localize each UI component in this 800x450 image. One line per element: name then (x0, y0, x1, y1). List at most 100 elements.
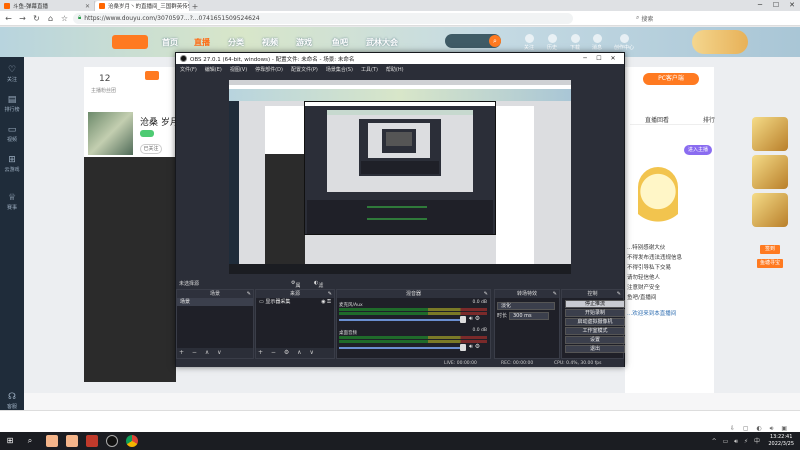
sources-toolbar[interactable]: + − ⚙ ∧ ∨ (256, 348, 334, 358)
taskbar-app-douyu[interactable] (46, 435, 58, 447)
nav-game[interactable]: 游戏 (296, 37, 312, 48)
browser-tab-stream[interactable]: 沧桑岁月丶的直播间_三国群英传5直 ✕ (95, 1, 190, 11)
obs-preview-canvas[interactable] (229, 80, 571, 274)
visibility-eye-icon: ◉ ⚿ (321, 299, 331, 305)
menu-file[interactable]: 文件(F) (180, 66, 197, 73)
filters-button[interactable]: ◐ 滤镜 (314, 280, 323, 296)
taskbar-app-red[interactable] (86, 435, 98, 447)
volume-slider-handle[interactable] (460, 344, 466, 351)
mute-gear-icons[interactable]: 🔊︎⚙ (469, 343, 482, 351)
start-recording-button[interactable]: 开始录制 (565, 309, 625, 317)
controls-dock: 控制 ✎ 停止推流 开始录制 启动虚拟摄像机 工作室模式 设置 退出 (561, 289, 625, 359)
history-icon[interactable]: 历史 (545, 34, 559, 51)
star-icon[interactable]: ☆ (59, 13, 70, 24)
left-nav-esports[interactable]: ♕ 赛事 (0, 193, 24, 211)
scenes-toolbar[interactable]: + − ∧ ∨ (177, 348, 253, 358)
left-nav-rank[interactable]: ▤ 排行榜 (0, 95, 24, 113)
duration-input[interactable]: 300 ms (509, 312, 549, 320)
menu-scene-collection[interactable]: 场景集合(S) (326, 66, 353, 73)
nav-home[interactable]: 首页 (162, 37, 178, 48)
tab-rank[interactable]: 排行 (703, 115, 715, 124)
search-icon[interactable]: ⌕ (23, 434, 37, 448)
taskbar-clock[interactable]: 13:22:41 2022/3/25 (768, 434, 794, 448)
obs-close-button[interactable]: ✕ (606, 55, 620, 62)
obs-title-bar: OBS 27.0.1 (64-bit, windows) - 配置文件: 未命名… (176, 53, 624, 64)
browser-nav-bar: ← → ↻ ⌂ ☆ 🔒︎ https://www.douyu.com/30705… (0, 11, 800, 26)
address-bar[interactable]: 🔒︎ https://www.douyu.com/3070597...?...0… (73, 12, 573, 24)
windows-start-icon[interactable]: ⊞ (3, 434, 17, 448)
message-icon[interactable]: 消息 (590, 34, 604, 51)
checkin-tag[interactable]: 签到 (760, 245, 780, 254)
fans-badge (145, 71, 159, 80)
download-icon[interactable]: 下载 (568, 34, 582, 51)
site-search-button[interactable]: ⌕ (489, 35, 501, 47)
pc-client-button[interactable]: PC客户端 (643, 73, 699, 85)
obs-status-bar: LIVE: 00:00:00 REC: 00:00:00 CPU: 0.4%, … (176, 360, 624, 367)
douyu-logo[interactable] (112, 35, 148, 49)
maximize-button[interactable]: ☐ (768, 0, 784, 11)
volume-slider[interactable] (339, 319, 464, 321)
ad-banner[interactable] (752, 117, 788, 151)
obs-minimize-button[interactable]: ─ (578, 55, 592, 62)
creator-center-icon[interactable]: 创作中心 (613, 34, 635, 51)
ad-banner[interactable] (752, 155, 788, 189)
browser-search[interactable]: ⌕ 搜索 (636, 14, 653, 23)
nested-leftnav (229, 101, 239, 274)
minimize-button[interactable]: ─ (752, 0, 768, 11)
enter-anchor-button[interactable]: 进入主播 (684, 145, 712, 155)
streamer-avatar[interactable] (88, 112, 133, 155)
menu-tools[interactable]: 工具(T) (361, 66, 378, 73)
menu-profile[interactable]: 配置文件(P) (291, 66, 318, 73)
left-nav-follow[interactable]: ♡ 关注 (0, 65, 24, 83)
start-virtual-cam-button[interactable]: 启动虚拟摄像机 (565, 318, 625, 326)
close-window-button[interactable]: ✕ (784, 0, 800, 11)
transition-select[interactable]: 淡化 (497, 302, 555, 310)
forward-icon[interactable]: → (17, 13, 28, 24)
left-nav-video[interactable]: ▭ 视频 (0, 125, 24, 143)
volume-slider[interactable] (339, 347, 464, 349)
nav-video[interactable]: 视频 (262, 37, 278, 48)
ad-banner[interactable] (752, 193, 788, 227)
menu-help[interactable]: 帮助(H) (386, 66, 404, 73)
left-nav-cloudgame[interactable]: ⊞ 云游戏 (0, 155, 24, 173)
user-avatar[interactable] (692, 30, 748, 54)
follow-top-icon[interactable]: 关注 (522, 34, 536, 51)
nav-live[interactable]: 直播 (194, 37, 210, 48)
nav-yuba[interactable]: 鱼吧 (332, 37, 348, 48)
menu-edit[interactable]: 编辑(E) (205, 66, 222, 73)
close-tab-icon[interactable]: ✕ (85, 3, 90, 10)
nav-category[interactable]: 分类 (228, 37, 244, 48)
taskbar-app-obs[interactable] (106, 435, 118, 447)
mute-gear-icons[interactable]: 🔊︎⚙ (469, 315, 482, 323)
nav-wulin[interactable]: 武林大会 (366, 37, 398, 48)
menu-view[interactable]: 视图(V) (230, 66, 247, 73)
tab-replay[interactable]: 直播回看 (645, 115, 669, 124)
followed-button[interactable]: 已关注 (140, 144, 162, 154)
volume-slider-handle[interactable] (460, 316, 466, 323)
transitions-dock: 转场特效 ✎ 淡化 时长 300 ms (494, 289, 560, 359)
reload-icon[interactable]: ↻ (31, 13, 42, 24)
chat-line-highlight: ...欢迎来到本直播间 (627, 311, 677, 317)
menu-docks[interactable]: 停靠部件(D) (255, 66, 283, 73)
browser-tab-douyu-home[interactable]: 斗鱼-弹幕直播 ✕ (0, 1, 95, 11)
treasure-tag[interactable]: 鱼塘寻宝 (757, 259, 783, 268)
browser-tab-bar: 斗鱼-弹幕直播 ✕ 沧桑岁月丶的直播间_三国群英传5直 ✕ + ─ ☐ ✕ (0, 0, 800, 11)
source-item[interactable]: ▭ 显示器采集 ◉ ⚿ (256, 298, 334, 306)
video-player-dark[interactable] (84, 157, 176, 382)
taskbar-app-chrome[interactable] (126, 435, 138, 447)
taskbar-app-douyu-2[interactable] (66, 435, 78, 447)
scene-item[interactable]: 场景 (177, 298, 253, 306)
left-nav-service[interactable]: ☊ 客服 (0, 392, 24, 410)
back-icon[interactable]: ← (3, 13, 14, 24)
list-icon: ▤ (7, 95, 17, 105)
stop-streaming-button[interactable]: 停止推流 (565, 300, 625, 308)
right-info-panel (625, 67, 714, 410)
studio-mode-button[interactable]: 工作室模式 (565, 327, 625, 335)
home-icon[interactable]: ⌂ (45, 13, 56, 24)
exit-button[interactable]: 退出 (565, 345, 625, 353)
system-tray-icons[interactable]: ^ ▭ 🔊︎ ⚡ 中 (712, 436, 762, 446)
obs-maximize-button[interactable]: ☐ (592, 55, 606, 62)
settings-button[interactable]: 设置 (565, 336, 625, 344)
properties-button[interactable]: ⚙ 属性 (291, 280, 301, 296)
new-tab-button[interactable]: + (190, 2, 200, 11)
